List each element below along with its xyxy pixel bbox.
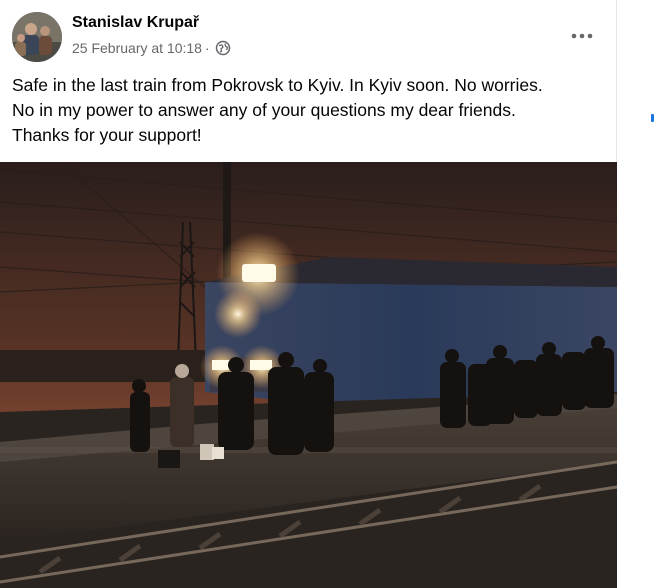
post-text-line: Safe in the last train from Pokrovsk to … [12,75,543,95]
more-options-button[interactable] [564,20,600,52]
post-text-line: No in my power to answer any of your que… [12,100,516,120]
post-date[interactable]: 25 February at 10:18 [72,40,202,56]
post-text-line: Thanks for your support! [12,125,202,145]
globe-icon[interactable] [215,40,231,56]
post-header: Stanislav Krupař 25 February at 10:18 · [12,12,600,64]
post-card: Stanislav Krupař 25 February at 10:18 · [0,0,617,588]
post-message: Safe in the last train from Pokrovsk to … [12,73,602,148]
post-photo[interactable] [0,162,617,588]
author-name[interactable]: Stanislav Krupař [72,14,199,32]
edge-indicator [651,114,654,122]
author-avatar[interactable] [12,12,62,62]
page: Stanislav Krupař 25 February at 10:18 · [0,0,658,588]
more-options-icon [571,33,593,39]
meta-separator: · [204,40,210,56]
post-meta: 25 February at 10:18 · [72,40,231,56]
